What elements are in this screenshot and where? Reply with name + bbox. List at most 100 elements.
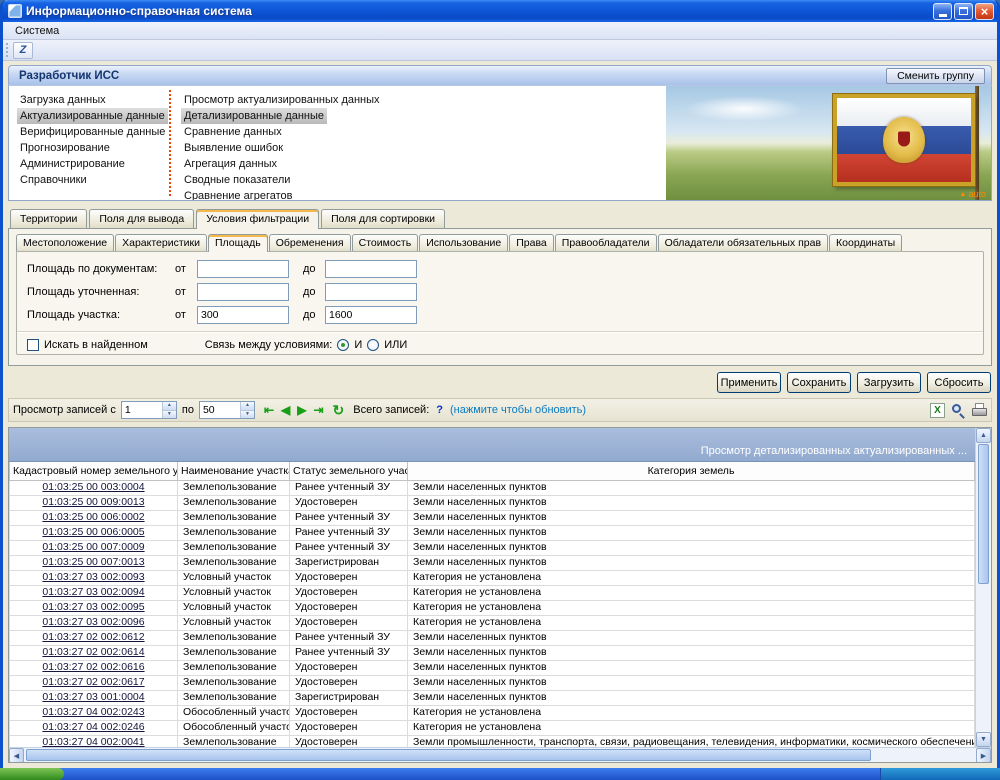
cadastral-number-link[interactable]: 01:03:27 03 002:0096 — [42, 616, 144, 628]
area-documents-to-input[interactable] — [325, 260, 417, 278]
area-refined-from-input[interactable] — [197, 283, 289, 301]
scroll-right-icon[interactable]: ▶ — [976, 748, 991, 763]
load-button[interactable]: Загрузить — [857, 372, 921, 393]
cadastral-number-link[interactable]: 01:03:27 02 002:0617 — [42, 676, 144, 688]
area-documents-from-input[interactable] — [197, 260, 289, 278]
cadastral-number-link[interactable]: 01:03:27 02 002:0616 — [42, 661, 144, 673]
horizontal-scroll-thumb[interactable] — [26, 749, 871, 761]
cadastral-number-link[interactable]: 01:03:27 02 002:0614 — [42, 646, 144, 658]
nav-item[interactable]: Сводные показатели — [181, 172, 293, 188]
scroll-down-icon[interactable]: ▼ — [976, 732, 991, 747]
refresh-icon[interactable]: ↻ — [333, 403, 345, 417]
search-in-found-checkbox[interactable] — [27, 339, 39, 351]
start-button[interactable] — [0, 768, 64, 780]
from-record-input[interactable] — [122, 402, 162, 418]
scroll-up-icon[interactable]: ▲ — [976, 428, 991, 443]
and-radio[interactable] — [337, 339, 349, 351]
cadastral-number-link[interactable]: 01:03:27 04 002:0246 — [42, 721, 144, 733]
toolbar-tool-icon[interactable]: Z — [13, 42, 33, 59]
nav-item[interactable]: Прогнозирование — [17, 140, 113, 156]
reset-button[interactable]: Сбросить — [927, 372, 991, 393]
nav-item[interactable]: Детализированные данные — [181, 108, 327, 124]
filter-sub-tab[interactable]: Обременения — [269, 234, 351, 251]
maximize-button[interactable] — [954, 3, 973, 20]
cadastral-number-link[interactable]: 01:03:27 04 002:0243 — [42, 706, 144, 718]
filter-sub-tab[interactable]: Правообладатели — [555, 234, 657, 251]
first-page-icon[interactable]: ⇤ — [264, 404, 274, 416]
toolbar-grip[interactable] — [6, 43, 9, 57]
scroll-left-icon[interactable]: ◀ — [9, 748, 24, 763]
cadastral-number-link[interactable]: 01:03:27 03 002:0093 — [42, 571, 144, 583]
main-tab[interactable]: Поля для вывода — [89, 209, 194, 228]
cadastral-number-link[interactable]: 01:03:27 03 001:0004 — [42, 691, 144, 703]
spin-up-icon[interactable]: ▲ — [241, 402, 254, 411]
horizontal-scrollbar[interactable]: ◀ ▶ — [9, 747, 991, 762]
apply-button[interactable]: Применить — [717, 372, 781, 393]
parcel-status-cell: Удостоверен — [290, 615, 408, 630]
main-tab[interactable]: Поля для сортировки — [321, 209, 445, 228]
area-parcel-to-input[interactable] — [325, 306, 417, 324]
menu-system[interactable]: Система — [7, 24, 67, 38]
cadastral-number-link[interactable]: 01:03:25 00 007:0009 — [42, 541, 144, 553]
nav-item[interactable]: Сравнение данных — [181, 124, 285, 140]
area-parcel-from-input[interactable] — [197, 306, 289, 324]
filter-sub-tab[interactable]: Местоположение — [16, 234, 114, 251]
nav-item[interactable]: Администрирование — [17, 156, 128, 172]
filter-sub-tab[interactable]: Права — [509, 234, 554, 251]
print-icon[interactable] — [972, 403, 987, 418]
col-cadastral-number[interactable]: Кадастровый номер земельного участка — [10, 462, 178, 480]
filter-sub-tab[interactable]: Координаты — [829, 234, 902, 251]
main-tab[interactable]: Условия фильтрации — [196, 209, 319, 229]
nav-item[interactable]: Просмотр актуализированных данных — [181, 92, 383, 108]
cadastral-number-link[interactable]: 01:03:25 00 009:0013 — [42, 496, 144, 508]
close-button[interactable]: × — [975, 3, 994, 20]
change-group-button[interactable]: Сменить группу — [886, 68, 985, 84]
filter-sub-tab[interactable]: Использование — [419, 234, 508, 251]
search-icon[interactable] — [951, 403, 966, 418]
col-land-category[interactable]: Категория земель — [408, 462, 975, 480]
nav-item[interactable]: Верифицированные данные — [17, 124, 168, 140]
parcel-status-cell: Зарегистрирован — [290, 690, 408, 705]
pager-bar: Просмотр записей с ▲▼ по ▲▼ ⇤ ◀ ▶ ⇥ ↻ Вс… — [8, 398, 992, 422]
cadastral-number-link[interactable]: 01:03:25 00 003:0004 — [42, 481, 144, 493]
vertical-scrollbar[interactable]: ▲ ▼ — [975, 428, 991, 747]
area-refined-to-input[interactable] — [325, 283, 417, 301]
cadastral-number-link[interactable]: 01:03:27 04 002:0041 — [42, 736, 144, 747]
window-controls: × — [933, 3, 994, 20]
cadastral-number-link[interactable]: 01:03:25 00 006:0005 — [42, 526, 144, 538]
last-page-icon[interactable]: ⇥ — [313, 404, 323, 416]
or-radio[interactable] — [367, 339, 379, 351]
and-label: И — [354, 339, 362, 351]
refresh-hint-link[interactable]: (нажмите чтобы обновить) — [450, 404, 586, 416]
filter-sub-tab[interactable]: Обладатели обязательных прав — [658, 234, 828, 251]
save-button[interactable]: Сохранить — [787, 372, 851, 393]
main-tab[interactable]: Территории — [10, 209, 87, 228]
nav-item[interactable]: Загрузка данных — [17, 92, 109, 108]
nav-item[interactable]: Справочники — [17, 172, 90, 188]
cadastral-number-link[interactable]: 01:03:27 03 002:0095 — [42, 601, 144, 613]
nav-item[interactable]: Агрегация данных — [181, 156, 280, 172]
cadastral-number-link[interactable]: 01:03:25 00 007:0013 — [42, 556, 144, 568]
spin-down-icon[interactable]: ▼ — [163, 411, 176, 419]
minimize-button[interactable] — [933, 3, 952, 20]
next-page-icon[interactable]: ▶ — [297, 404, 306, 416]
vertical-scroll-thumb[interactable] — [978, 444, 989, 584]
spin-up-icon[interactable]: ▲ — [163, 402, 176, 411]
col-parcel-name[interactable]: Наименование участка — [178, 462, 290, 480]
to-record-input[interactable] — [200, 402, 240, 418]
cadastral-number-link[interactable]: 01:03:27 02 002:0612 — [42, 631, 144, 643]
nav-item[interactable]: Актуализированные данные — [17, 108, 168, 124]
parcel-status-cell: Удостоверен — [290, 570, 408, 585]
filter-sub-tab[interactable]: Стоимость — [352, 234, 419, 251]
prev-page-icon[interactable]: ◀ — [281, 404, 290, 416]
export-excel-icon[interactable]: X — [930, 403, 945, 418]
nav-item[interactable]: Выявление ошибок — [181, 140, 286, 156]
col-parcel-status[interactable]: Статус земельного участка — [290, 462, 408, 480]
title-bar[interactable]: Информационно-справочная система × — [3, 0, 997, 22]
filter-sub-tab[interactable]: Площадь — [208, 234, 268, 252]
cadastral-number-link[interactable]: 01:03:25 00 006:0002 — [42, 511, 144, 523]
nav-item[interactable]: Сравнение агрегатов — [181, 188, 296, 201]
cadastral-number-link[interactable]: 01:03:27 03 002:0094 — [42, 586, 144, 598]
filter-sub-tab[interactable]: Характеристики — [115, 234, 207, 251]
spin-down-icon[interactable]: ▼ — [241, 411, 254, 419]
